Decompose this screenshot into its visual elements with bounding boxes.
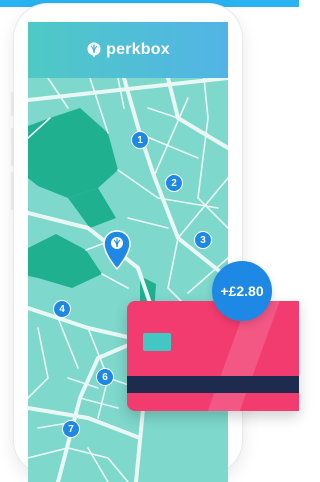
card-chip: [143, 333, 171, 351]
card-magnetic-stripe: [127, 376, 299, 393]
map-marker-7[interactable]: 7: [62, 420, 80, 438]
phone-side-button: [11, 92, 14, 116]
current-location-pin-icon[interactable]: [102, 230, 132, 270]
phone-volume-down-button: [11, 172, 14, 210]
map-marker-4[interactable]: 4: [53, 300, 71, 318]
phone-volume-up-button: [11, 128, 14, 166]
cashback-badge: +£2.80: [212, 261, 272, 321]
map-marker-1[interactable]: 1: [131, 131, 149, 149]
perkbox-balloon-icon: [87, 42, 101, 58]
app-brand-name: perkbox: [106, 41, 170, 58]
map-marker-6[interactable]: 6: [96, 368, 114, 386]
payment-card: [127, 301, 299, 411]
map-view[interactable]: 1 2 3 4 6 7: [28, 78, 228, 482]
cashback-amount: +£2.80: [220, 283, 264, 299]
street-map: [28, 78, 228, 482]
app-header: perkbox: [28, 22, 228, 78]
map-marker-2[interactable]: 2: [165, 174, 183, 192]
map-marker-3[interactable]: 3: [194, 231, 212, 249]
